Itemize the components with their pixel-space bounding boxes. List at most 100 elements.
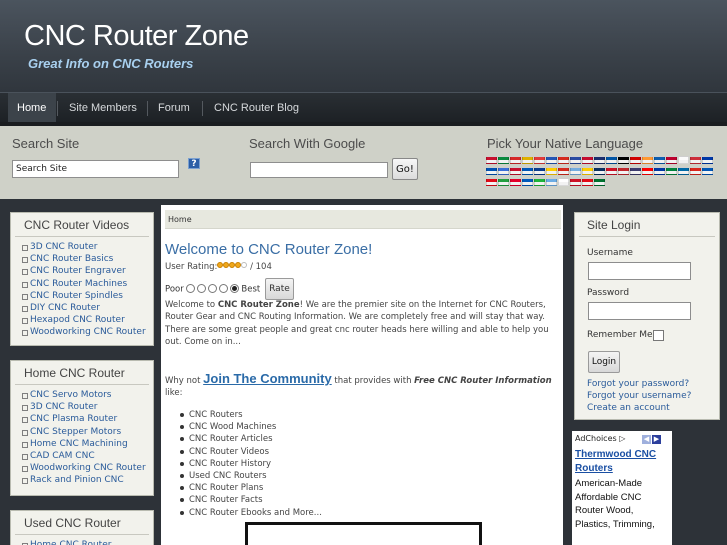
- language-flag-icon[interactable]: [690, 167, 701, 175]
- nav-item-cnc-router-blog[interactable]: CNC Router Blog: [214, 93, 299, 123]
- nav-item-site-members[interactable]: Site Members: [69, 93, 137, 123]
- join-benefit-item: CNC Router Videos: [180, 446, 322, 458]
- videos-list-item[interactable]: CNC Router Machines: [22, 278, 153, 290]
- language-flag-icon[interactable]: [630, 156, 641, 164]
- videos-list-item[interactable]: CNC Router Engraver: [22, 265, 153, 277]
- language-flag-icon[interactable]: [558, 167, 569, 175]
- language-flag-icon[interactable]: [618, 167, 629, 175]
- language-flag-icon[interactable]: [582, 156, 593, 164]
- language-flag-icon[interactable]: [594, 156, 605, 164]
- language-flag-icon[interactable]: [678, 156, 689, 164]
- join-benefit-item: CNC Wood Machines: [180, 421, 322, 433]
- language-flag-icon[interactable]: [630, 167, 641, 175]
- language-flag-icon[interactable]: [654, 167, 665, 175]
- language-flag-icon[interactable]: [486, 167, 497, 175]
- question-icon[interactable]: ?: [188, 158, 200, 169]
- language-flag-icon[interactable]: [522, 167, 533, 175]
- videos-list-item[interactable]: DIY CNC Router: [22, 302, 153, 314]
- site-title[interactable]: CNC Router Zone: [24, 20, 249, 53]
- language-flag-icon[interactable]: [642, 167, 653, 175]
- search-input[interactable]: [12, 160, 179, 178]
- language-flag-icon[interactable]: [546, 167, 557, 175]
- login-button[interactable]: Login: [588, 351, 620, 373]
- username-field[interactable]: [588, 262, 691, 280]
- home-router-list-item[interactable]: CNC Plasma Router: [22, 413, 153, 425]
- used-router-list-item[interactable]: Home CNC Router: [22, 539, 153, 545]
- forgot-password-link[interactable]: Forgot your password?: [587, 379, 689, 389]
- language-flag-icon[interactable]: [618, 156, 629, 164]
- language-flag-icon[interactable]: [510, 156, 521, 164]
- forgot-username-link[interactable]: Forgot your username?: [587, 391, 691, 401]
- ad-link[interactable]: Thermwood CNC Routers: [575, 448, 670, 476]
- rating-radio-3[interactable]: [208, 283, 218, 293]
- rating-radio-4[interactable]: [219, 283, 229, 293]
- home-router-list-item[interactable]: Home CNC Machining: [22, 438, 153, 450]
- language-flag-icon[interactable]: [510, 178, 521, 186]
- home-router-list-item[interactable]: Rack and Pinion CNC: [22, 474, 153, 486]
- ad-prev-icon[interactable]: ◀: [642, 435, 651, 444]
- language-flag-icon[interactable]: [606, 156, 617, 164]
- language-flag-icon[interactable]: [486, 156, 497, 164]
- nav-item-forum[interactable]: Forum: [158, 93, 190, 123]
- tools-band: Search Site ? Search With Google Go! Pic…: [0, 126, 727, 202]
- language-flag-icon[interactable]: [522, 156, 533, 164]
- videos-list-item[interactable]: Hexapod CNC Router: [22, 314, 153, 326]
- videos-list-item[interactable]: 3D CNC Router: [22, 241, 153, 253]
- language-flag-icon[interactable]: [534, 156, 545, 164]
- language-flag-icon[interactable]: [546, 178, 557, 186]
- videos-list-item[interactable]: CNC Router Basics: [22, 253, 153, 265]
- rating-radio-2[interactable]: [197, 283, 207, 293]
- rating-radio-1[interactable]: [186, 283, 196, 293]
- language-flag-icon[interactable]: [582, 167, 593, 175]
- home-router-list-item[interactable]: CNC Stepper Motors: [22, 426, 153, 438]
- main-nav: Home Site Members Forum CNC Router Blog: [0, 92, 727, 126]
- language-flag-icon[interactable]: [510, 167, 521, 175]
- language-flag-icon[interactable]: [654, 156, 665, 164]
- breadcrumb[interactable]: Home: [165, 210, 561, 229]
- language-flag-icon[interactable]: [594, 167, 605, 175]
- language-flag-icon[interactable]: [582, 178, 593, 186]
- ad-next-icon[interactable]: ▶: [652, 435, 661, 444]
- create-account-link[interactable]: Create an account: [587, 403, 670, 413]
- google-go-button[interactable]: Go!: [392, 158, 418, 180]
- language-flag-icon[interactable]: [666, 167, 677, 175]
- remember-me-checkbox[interactable]: [653, 330, 664, 341]
- language-flag-icon[interactable]: [546, 156, 557, 164]
- home-router-list-item[interactable]: Woodworking CNC Router: [22, 462, 153, 474]
- language-flag-icon[interactable]: [690, 156, 701, 164]
- language-flag-icon[interactable]: [594, 178, 605, 186]
- language-flag-icon[interactable]: [666, 156, 677, 164]
- language-flag-icon[interactable]: [522, 178, 533, 186]
- home-router-list-item[interactable]: 3D CNC Router: [22, 401, 153, 413]
- language-flag-icon[interactable]: [642, 156, 653, 164]
- language-flag-icon[interactable]: [498, 156, 509, 164]
- language-flag-icon[interactable]: [570, 178, 581, 186]
- video-embed[interactable]: [245, 522, 482, 545]
- language-flag-icon[interactable]: [498, 178, 509, 186]
- home-router-list-item[interactable]: CNC Servo Motors: [22, 389, 153, 401]
- videos-list-item[interactable]: Woodworking CNC Router: [22, 326, 153, 338]
- join-community-link[interactable]: Join The Community: [203, 371, 332, 386]
- nav-item-home[interactable]: Home: [8, 93, 56, 123]
- password-field[interactable]: [588, 302, 691, 320]
- google-search-input[interactable]: [250, 162, 388, 178]
- language-flag-icon[interactable]: [570, 167, 581, 175]
- ad-choices[interactable]: AdChoices ▷: [575, 434, 625, 443]
- language-flag-icon[interactable]: [486, 178, 497, 186]
- used-router-box-title: Used CNC Router: [15, 511, 149, 535]
- language-flag-icon[interactable]: [570, 156, 581, 164]
- language-flag-icon[interactable]: [702, 167, 713, 175]
- language-flag-icon[interactable]: [606, 167, 617, 175]
- home-router-list-item[interactable]: CAD CAM CNC: [22, 450, 153, 462]
- videos-list-item[interactable]: CNC Router Spindles: [22, 290, 153, 302]
- language-flag-icon[interactable]: [558, 156, 569, 164]
- used-router-box: Used CNC Router Home CNC Router: [10, 510, 154, 545]
- language-flag-icon[interactable]: [498, 167, 509, 175]
- language-flag-icon[interactable]: [558, 178, 569, 186]
- rate-button[interactable]: Rate: [264, 278, 294, 300]
- language-flag-icon[interactable]: [534, 167, 545, 175]
- language-flag-icon[interactable]: [702, 156, 713, 164]
- rating-radio-5[interactable]: [230, 283, 240, 293]
- language-flag-icon[interactable]: [534, 178, 545, 186]
- language-flag-icon[interactable]: [678, 167, 689, 175]
